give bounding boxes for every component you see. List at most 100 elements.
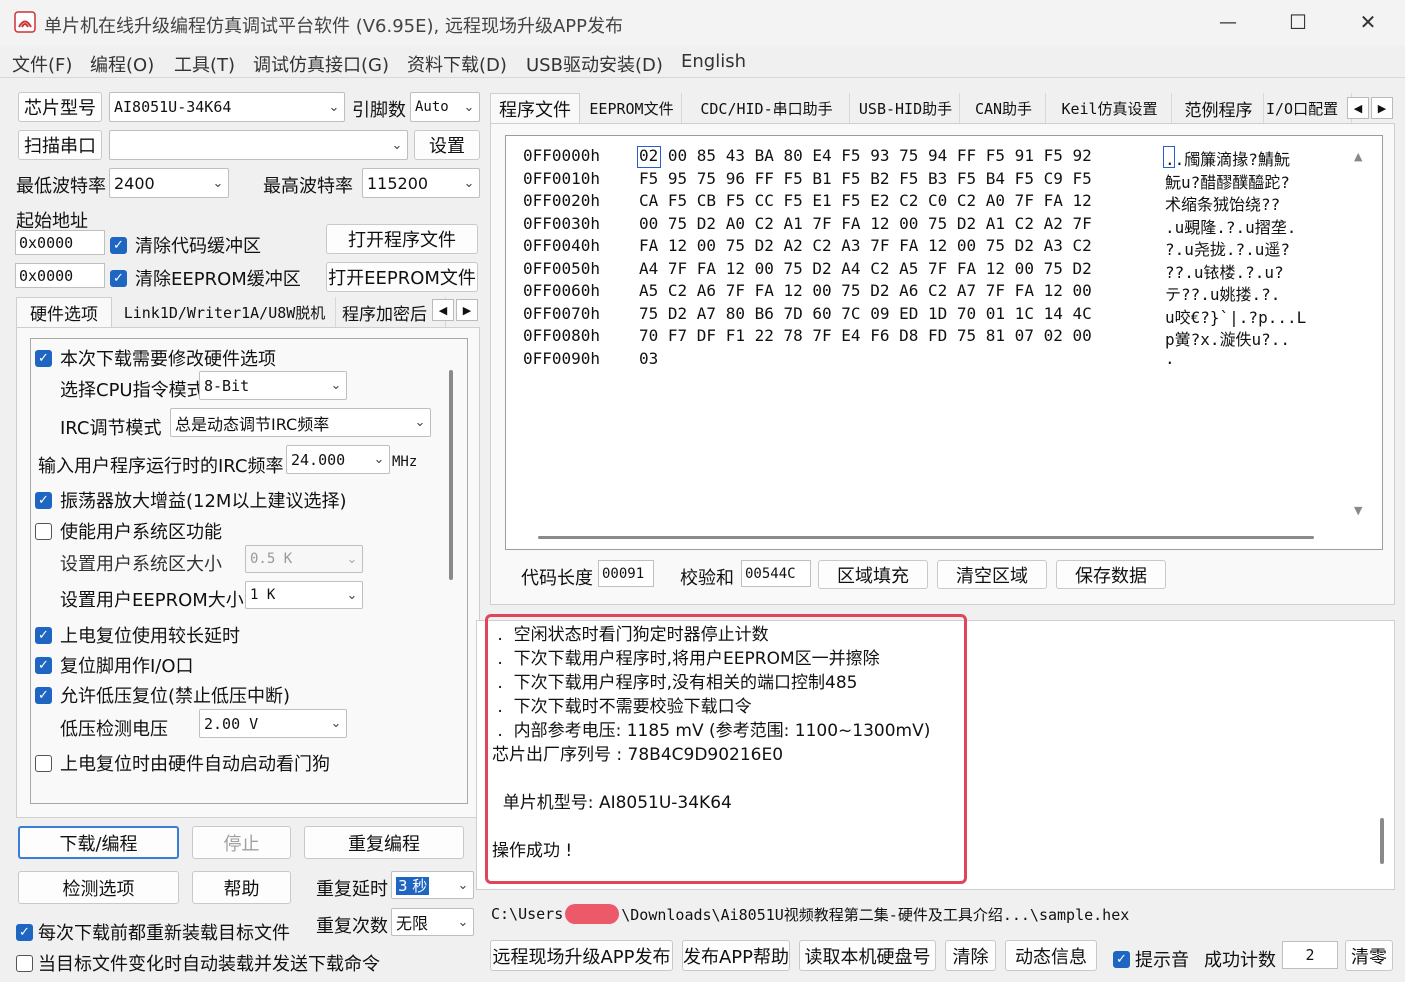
dynamic-info-button[interactable]: 动态信息: [1005, 940, 1097, 971]
hex-view[interactable]: 0FF0000h 02 00 85 43 BA 80 E4 F5 93 75 94…: [505, 135, 1383, 550]
chip-type-select[interactable]: AI8051U-34K64 ⌄: [109, 92, 345, 122]
auto-reload-on-change-checkbox[interactable]: 当目标文件变化时自动装载并发送下载命令: [16, 950, 380, 976]
hex-scrollbar-down-arrow[interactable]: ▼: [1354, 504, 1362, 517]
wdt-auto-checkbox[interactable]: 上电复位时由硬件自动启动看门狗: [35, 750, 330, 776]
hex-bytes: A5 C2 A6 7F FA 12 00 75 D2 A6 C2 A7 7F F…: [639, 281, 1092, 300]
hex-address: 0FF0040h: [523, 236, 601, 255]
osc-gain-checkbox[interactable]: ✓ 振荡器放大增益(12M以上建议选择): [35, 487, 346, 513]
tab-io-config[interactable]: I/O口配置: [1266, 93, 1352, 123]
open-program-button[interactable]: 打开程序文件: [326, 224, 478, 254]
eeprom-addr-input[interactable]: 0x0000: [15, 263, 105, 288]
tab-link1d-offline[interactable]: Link1D/Writer1A/U8W脱机: [114, 297, 336, 327]
irc-freq-select[interactable]: 24.000 ⌄: [286, 445, 390, 474]
download-button[interactable]: 下载/编程: [18, 826, 179, 859]
tab-keil-sim[interactable]: Keil仿真设置: [1048, 93, 1172, 123]
hex-ascii: p黉?x.漩佚u?..: [1165, 330, 1291, 349]
app-help-button[interactable]: 发布APP帮助: [682, 940, 790, 971]
menu-download[interactable]: 资料下载(D): [407, 51, 507, 77]
chip-type-label[interactable]: 芯片型号: [18, 92, 102, 122]
checkbox-unchecked-icon: [16, 954, 33, 972]
repeat-delay-select[interactable]: 3 秒 ⌄: [391, 871, 474, 899]
min-baud-label: 最低波特率: [16, 176, 106, 197]
reset-pin-io-checkbox[interactable]: ✓ 复位脚用作I/O口: [35, 652, 194, 678]
eeprom-size-label: 设置用户EEPROM大小: [60, 590, 244, 611]
cpu-mode-select[interactable]: 8-Bit ⌄: [199, 371, 347, 400]
hardware-options-scrollbar[interactable]: [449, 370, 453, 580]
triangle-down-icon: ▼: [1354, 504, 1363, 517]
tab-cdc-hid-serial[interactable]: CDC/HID-串口助手: [684, 93, 850, 123]
maximize-button[interactable]: ☐: [1270, 4, 1326, 40]
hex-ascii: 术缩条狨饴绕??: [1165, 195, 1281, 214]
reset-count-button[interactable]: 清零: [1345, 940, 1393, 971]
log-line: . 下次下载用户程序时,没有相关的端口控制485: [492, 673, 858, 693]
tab-program-file[interactable]: 程序文件: [490, 93, 580, 123]
min-baud-value: 2400: [114, 173, 155, 193]
pin-count-value: Auto: [415, 99, 449, 115]
reload-before-download-checkbox[interactable]: ✓ 每次下载前都重新装载目标文件: [16, 919, 290, 945]
check-options-button[interactable]: 检测选项: [18, 871, 179, 904]
tab-scroll-right-button[interactable]: ▶: [456, 299, 478, 321]
clear-eeprom-buffer-checkbox[interactable]: ✓ 清除EEPROM缓冲区: [110, 265, 301, 291]
log-scrollbar[interactable]: [1380, 818, 1384, 864]
help-button[interactable]: 帮助: [192, 871, 291, 904]
hex-address: 0FF0090h: [523, 348, 601, 368]
osc-gain-label: 振荡器放大增益(12M以上建议选择): [60, 491, 347, 512]
scan-port-button[interactable]: 扫描串口: [18, 130, 102, 160]
right-tab-scroll-right-button[interactable]: ▶: [1371, 97, 1393, 119]
enable-sys-area-checkbox[interactable]: 使能用户系统区功能: [35, 518, 222, 544]
log-text[interactable]: . 空闲状态时看门狗定时器停止计数 . 下次下载用户程序时,将用户EEPROM区…: [492, 623, 1372, 873]
hex-hscrollbar[interactable]: [538, 536, 1314, 539]
settings-button[interactable]: 设置: [414, 130, 480, 160]
menu-debug[interactable]: 调试仿真接口(G): [253, 51, 389, 77]
redacted-username: [565, 904, 620, 924]
modify-hw-checkbox[interactable]: ✓ 本次下载需要修改硬件选项: [35, 345, 276, 371]
read-disk-button[interactable]: 读取本机硬盘号: [799, 940, 936, 971]
log-line: 芯片出厂序列号 : 78B4C9D90216E0: [492, 745, 784, 765]
lvd-voltage-select[interactable]: 2.00 V ⌄: [199, 709, 347, 738]
pin-count-select[interactable]: Auto ⌄: [410, 92, 480, 122]
minimize-button[interactable]: —: [1200, 4, 1256, 40]
beep-checkbox[interactable]: ✓ 提示音: [1113, 946, 1189, 972]
publish-app-button[interactable]: 远程现场升级APP发布: [490, 940, 673, 971]
port-select[interactable]: ⌄: [109, 130, 408, 160]
long-reset-delay-checkbox[interactable]: ✓ 上电复位使用较长延时: [35, 622, 240, 648]
tab-scroll-left-button[interactable]: ◀: [432, 299, 454, 321]
hex-address: 0FF0010h: [523, 168, 601, 188]
fill-area-button[interactable]: 区域填充: [818, 560, 928, 589]
max-baud-select[interactable]: 115200 ⌄: [362, 168, 480, 198]
clear-eeprom-buffer-label: 清除EEPROM缓冲区: [135, 269, 301, 290]
menu-file[interactable]: 文件(F): [12, 51, 72, 77]
log-line: . 空闲状态时看门狗定时器停止计数: [492, 625, 769, 645]
clear-code-buffer-checkbox[interactable]: ✓ 清除代码缓冲区: [110, 232, 261, 258]
reprogram-button[interactable]: 重复编程: [304, 826, 464, 859]
lvd-reset-checkbox[interactable]: ✓ 允许低压复位(禁止低压中断): [35, 682, 290, 708]
repeat-count-select[interactable]: 无限 ⌄: [391, 908, 474, 936]
eeprom-size-select[interactable]: 1 K ⌄: [245, 581, 363, 609]
save-data-button[interactable]: 保存数据: [1056, 560, 1166, 589]
irc-mode-select[interactable]: 总是动态调节IRC频率 ⌄: [170, 408, 431, 437]
code-addr-input[interactable]: 0x0000: [15, 230, 105, 255]
min-baud-select[interactable]: 2400 ⌄: [109, 168, 229, 198]
tab-can[interactable]: CAN助手: [962, 93, 1046, 123]
menu-tools[interactable]: 工具(T): [174, 51, 235, 77]
open-eeprom-button[interactable]: 打开EEPROM文件: [326, 262, 478, 292]
menu-program[interactable]: 编程(O): [90, 51, 154, 77]
right-tab-scroll-left-button[interactable]: ◀: [1347, 97, 1369, 119]
clear-area-button[interactable]: 清空区域: [937, 560, 1047, 589]
sys-area-size-select[interactable]: 0.5 K ⌄: [245, 545, 363, 573]
menu-english[interactable]: English: [681, 51, 746, 72]
tab-encrypt[interactable]: 程序加密后: [338, 297, 446, 327]
irc-mode-label: IRC调节模式: [60, 418, 162, 439]
stop-button[interactable]: 停止: [192, 826, 291, 859]
tab-examples[interactable]: 范例程序: [1174, 93, 1264, 123]
close-button[interactable]: ✕: [1340, 4, 1396, 40]
tab-usb-hid[interactable]: USB-HID助手: [852, 93, 960, 123]
tab-eeprom-file[interactable]: EEPROM文件: [582, 93, 682, 123]
triangle-right-icon: ▶: [1377, 101, 1387, 115]
irc-freq-unit: MHz: [392, 454, 418, 470]
tab-hardware-options[interactable]: 硬件选项: [16, 297, 112, 327]
clear-log-button[interactable]: 清除: [945, 940, 996, 971]
hex-scrollbar-up-arrow[interactable]: ▲: [1354, 150, 1362, 163]
menu-usb-driver[interactable]: USB驱动安装(D): [526, 51, 663, 77]
